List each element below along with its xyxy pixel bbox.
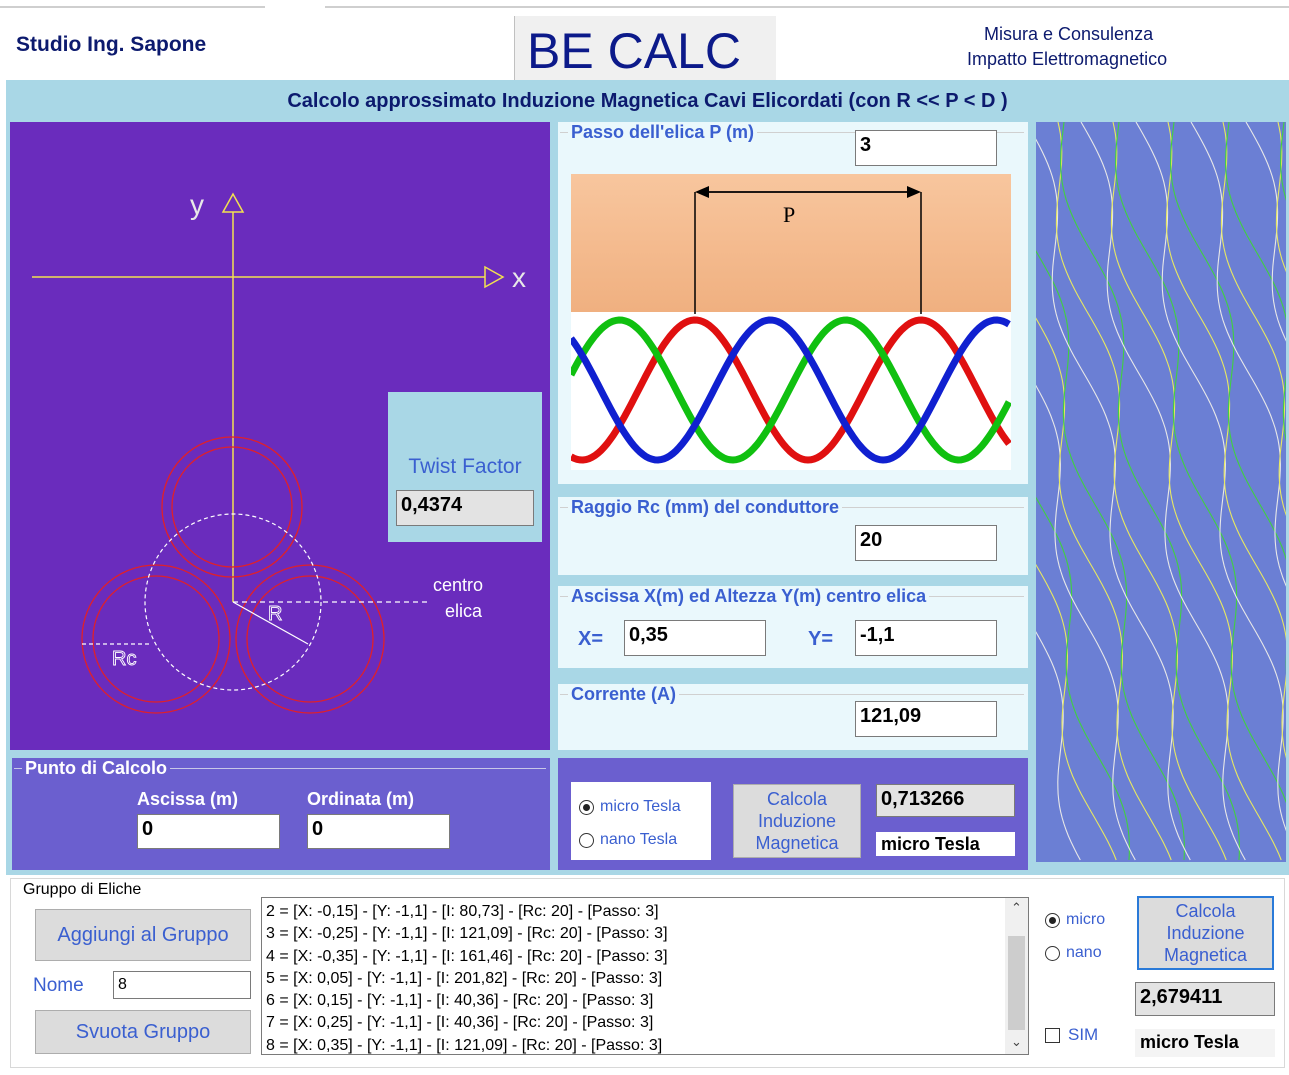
helix-strand [1036,563,1117,861]
helix-strand [1280,122,1286,201]
raggio-panel: Raggio Rc (mm) del conduttore 20 [558,497,1028,575]
calcola-gruppo-button[interactable]: Calcola Induzione Magnetica [1137,896,1274,970]
x-input[interactable]: 0,35 [624,620,766,656]
helix-strand [1170,122,1286,675]
radio-nano-tesla[interactable]: nano Tesla [579,831,677,849]
result-value: 0,713266 [876,784,1015,817]
aggiungi-gruppo-button[interactable]: Aggiungi al Gruppo [35,909,251,961]
gruppo-label: Gruppo di Eliche [23,881,142,898]
y-axis-label: y [190,189,204,220]
corrente-panel: Corrente (A) 121,09 [558,684,1028,750]
conductor-right-outer [235,564,385,714]
helix-pitch-image: P [571,174,1011,470]
list-item[interactable]: 5 = [X: 0,05] - [Y: -1,1] - [I: 201,82] … [266,968,1002,990]
subtitle: Calcolo approssimato Induzione Magnetica… [287,90,1008,112]
conductor-left-outer [81,564,231,714]
sim-checkbox-box [1045,1027,1060,1043]
twist-factor-label: Twist Factor [408,455,522,478]
list-scrollbar[interactable]: ⌃ ⌄ [1005,898,1028,1054]
helix-strand [1190,122,1286,587]
corrente-input[interactable]: 121,09 [855,701,997,737]
ordinata-input[interactable]: 0 [307,814,450,849]
centro-elica-panel: Ascissa X(m) ed Altezza Y(m) centro elic… [558,586,1028,668]
list-item[interactable]: 7 = [X: 0,25] - [Y: -1,1] - [I: 40,36] -… [266,1012,1002,1034]
radio-nano[interactable]: nano [1045,944,1102,962]
passo-panel: Passo dell'elica P (m) 3 P [558,122,1028,484]
pitch-sine-waves: P [571,186,1011,464]
nome-label: Nome [33,975,84,996]
corrente-label: Corrente (A) [568,684,680,705]
svuota-gruppo-button[interactable]: Svuota Gruppo [35,1010,251,1054]
list-item[interactable]: 3 = [X: -0,25] - [Y: -1,1] - [I: 121,09]… [266,923,1002,945]
centro-label-2: elica [445,601,483,621]
radio-micro-dot [579,799,594,815]
ascissa-input[interactable]: 0 [137,814,280,849]
calcola-button[interactable]: Calcola Induzione Magnetica [733,784,861,858]
gruppo-result-unit: micro Tesla [1135,1029,1275,1057]
ordinata-label: Ordinata (m) [307,789,415,809]
header-right-line1: Misura e Consulenza [984,24,1154,44]
twist-factor-box: Twist Factor 0,4374 [388,392,542,542]
raggio-input[interactable]: 20 [855,525,997,561]
unit-radio-group: micro Tesla nano Tesla [571,782,711,860]
gruppo-list[interactable]: 2 = [X: -0,15] - [Y: -1,1] - [I: 80,73] … [261,897,1029,1055]
conductor-top-inner [171,446,293,568]
list-item[interactable]: 4 = [X: -0,35] - [Y: -1,1] - [I: 161,46]… [266,946,1002,968]
conductor-right-inner [246,575,374,703]
sim-checkbox[interactable]: SIM [1045,1025,1098,1045]
raggio-label: Raggio Rc (mm) del conduttore [568,497,843,518]
helix-strand [1115,122,1286,804]
list-item[interactable]: 8 = [X: 0,35] - [Y: -1,1] - [I: 121,09] … [266,1035,1002,1054]
helix-strand [1165,122,1286,759]
gruppo-eliche-panel: Gruppo di Eliche Aggiungi al Gruppo Nome… [10,878,1285,1068]
pitch-p-label: P [783,202,795,227]
gruppo-result-value: 2,679411 [1135,982,1275,1016]
r-label: R [268,603,282,625]
passo-label: Passo dell'elica P (m) [568,122,758,143]
punto-calcolo-panel: Punto di Calcolo Ascissa (m) 0 Ordinata … [12,758,550,870]
scroll-down-arrow[interactable]: ⌄ [1005,1034,1028,1054]
scroll-thumb[interactable] [1008,936,1025,1030]
x-label: X= [578,628,604,650]
helix-visualization [1036,122,1286,862]
radio-micro-dot-2 [1045,912,1060,928]
helix-strand [1080,122,1246,861]
calcolo-panel: micro Tesla nano Tesla Calcola Induzione… [558,758,1028,870]
helix-strand [1036,384,1136,861]
twist-factor-value: 0,4374 [396,490,534,526]
passo-input[interactable]: 3 [855,130,997,166]
x-axis-arrow [484,265,505,289]
header: Studio Ing. Sapone BE CALC Misura e Cons… [0,8,1289,82]
ascissa-label: Ascissa (m) [137,789,239,809]
y-label: Y= [808,628,834,650]
helix-strand [1135,122,1286,832]
rc-label: Rc [112,648,136,670]
punto-calcolo-label: Punto di Calcolo [22,758,170,779]
radio-micro-tesla[interactable]: micro Tesla [579,798,681,816]
radio-nano-dot [579,832,594,848]
scroll-up-arrow[interactable]: ⌃ [1005,900,1028,920]
helix-strand [1110,122,1282,861]
centro-label-1: centro [433,575,483,595]
studio-title: Studio Ing. Sapone [16,33,207,56]
nome-input[interactable]: 8 [113,971,251,999]
top-strip [0,0,1289,8]
radio-nano-dot-2 [1045,945,1060,961]
y-input[interactable]: -1,1 [855,620,997,656]
conductor-top-outer [161,436,303,578]
radio-micro[interactable]: micro [1045,911,1105,929]
y-axis-arrow [221,192,245,213]
result-unit: micro Tesla [876,832,1015,856]
header-right-line2: Impatto Elettromagnetico [967,49,1168,69]
app-title: BE CALC [527,23,741,79]
list-item[interactable]: 2 = [X: -0,15] - [Y: -1,1] - [I: 80,73] … [266,901,1002,923]
x-axis-label: x [512,262,526,293]
helix-strand [1055,122,1227,861]
centro-label: Ascissa X(m) ed Altezza Y(m) centro elic… [568,586,930,607]
list-item[interactable]: 6 = [X: 0,15] - [Y: -1,1] - [I: 40,36] -… [266,990,1002,1012]
app-title-box: BE CALC [514,16,776,82]
